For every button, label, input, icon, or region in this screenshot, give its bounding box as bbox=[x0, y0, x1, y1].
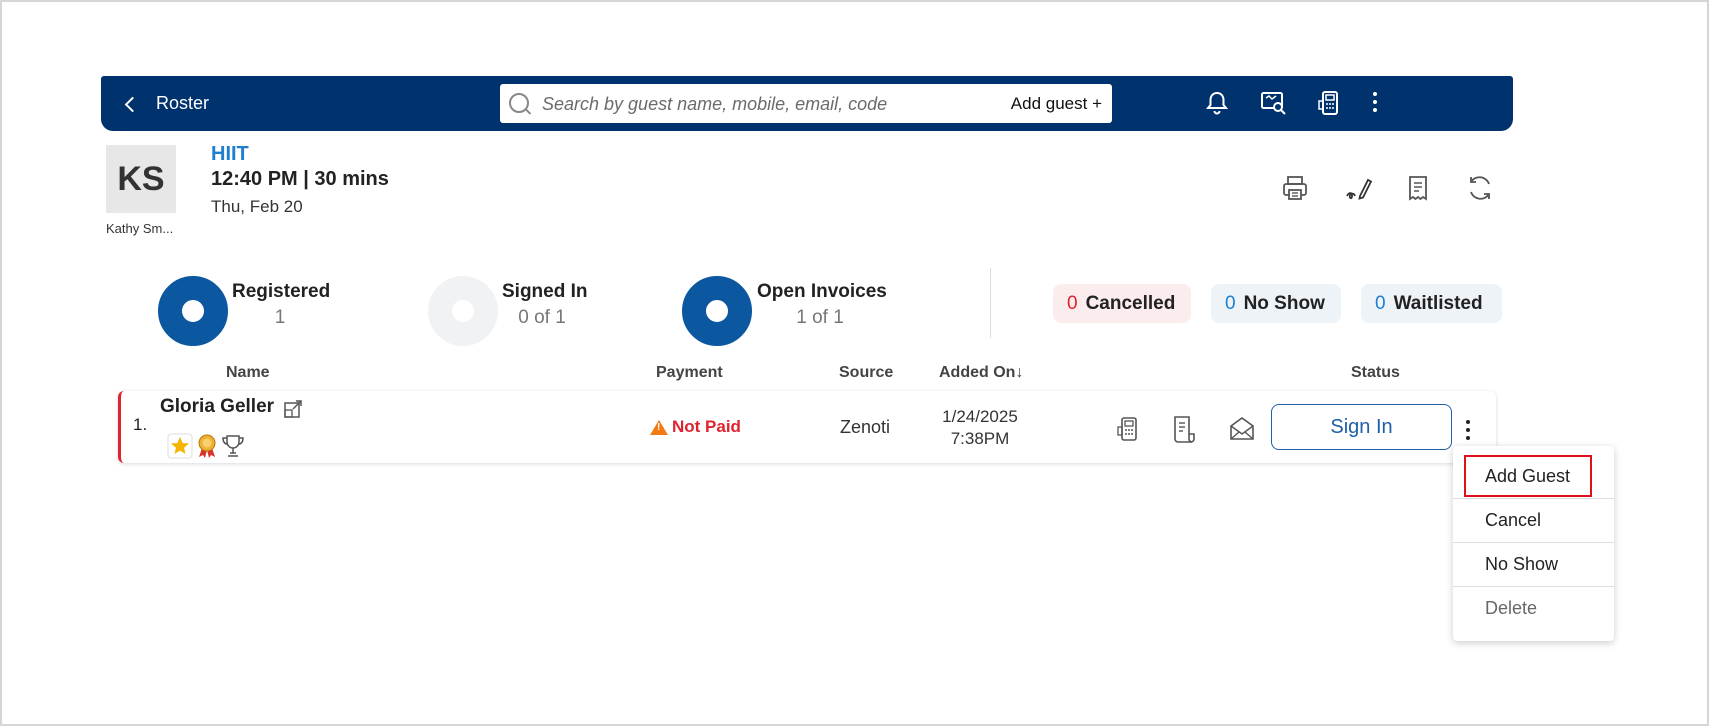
add-guest-link[interactable]: Add guest + bbox=[1011, 84, 1102, 123]
search-icon bbox=[509, 93, 529, 113]
more-vertical-icon[interactable] bbox=[1365, 92, 1385, 112]
no-show-label: No Show bbox=[1243, 292, 1325, 314]
invoice-icon[interactable] bbox=[1170, 414, 1198, 444]
column-header-status: Status bbox=[1351, 364, 1400, 381]
refresh-icon[interactable] bbox=[1464, 172, 1496, 204]
sign-in-button[interactable]: Sign In bbox=[1271, 404, 1452, 450]
menu-item-delete[interactable]: Delete bbox=[1453, 586, 1614, 630]
row-actions-menu: Add Guest Cancel No Show Delete bbox=[1453, 446, 1614, 641]
trophy-icon bbox=[222, 435, 244, 457]
no-show-filter[interactable]: 0 No Show bbox=[1211, 284, 1341, 323]
waitlisted-count: 0 bbox=[1375, 292, 1386, 314]
class-date: Thu, Feb 20 bbox=[211, 197, 303, 216]
signed-in-donut-chart bbox=[428, 276, 498, 346]
added-on-label: Added On bbox=[939, 364, 1016, 381]
card-terminal-icon[interactable] bbox=[1114, 414, 1142, 444]
added-date: 1/24/2025 bbox=[942, 407, 1018, 426]
sort-down-arrow-icon: ↓ bbox=[1015, 364, 1024, 381]
highlight-box bbox=[1464, 455, 1592, 497]
menu-item-cancel[interactable]: Cancel bbox=[1453, 498, 1614, 542]
chevron-left-icon bbox=[124, 96, 141, 112]
guest-search-box: Add guest + bbox=[500, 84, 1112, 123]
payment-status-text: Not Paid bbox=[672, 417, 741, 436]
column-header-name: Name bbox=[226, 364, 270, 381]
cancelled-count: 0 bbox=[1067, 292, 1078, 314]
card-terminal-icon[interactable] bbox=[1315, 88, 1345, 118]
registered-value: 1 bbox=[274, 307, 286, 328]
back-to-roster-button[interactable]: Roster bbox=[124, 76, 210, 131]
open-invoices-value: 1 of 1 bbox=[796, 307, 844, 328]
added-time: 7:38PM bbox=[950, 429, 1010, 448]
award-ribbon-icon bbox=[198, 434, 216, 458]
payment-status: Not Paid bbox=[650, 417, 741, 437]
registered-donut-chart bbox=[158, 276, 228, 346]
class-time: 12:40 PM | 30 mins bbox=[211, 168, 389, 190]
source-value: Zenoti bbox=[840, 417, 891, 437]
waitlisted-filter[interactable]: 0 Waitlisted bbox=[1361, 284, 1502, 323]
signed-in-value: 0 of 1 bbox=[518, 307, 566, 328]
signed-in-label: Signed In bbox=[502, 281, 588, 302]
waitlisted-label: Waitlisted bbox=[1393, 292, 1483, 314]
no-show-count: 0 bbox=[1225, 292, 1236, 314]
open-invoices-label: Open Invoices bbox=[757, 281, 887, 302]
class-title[interactable]: HIIT bbox=[211, 143, 249, 166]
warning-icon bbox=[650, 419, 668, 435]
stats-divider bbox=[990, 268, 991, 338]
back-label: Roster bbox=[156, 93, 210, 113]
cancelled-filter[interactable]: 0 Cancelled bbox=[1053, 284, 1191, 323]
row-index: 1. bbox=[133, 415, 148, 434]
screen-search-icon[interactable] bbox=[1258, 88, 1288, 118]
registered-label: Registered bbox=[232, 281, 331, 302]
top-navigation-bar: Roster Add guest + bbox=[101, 76, 1513, 131]
email-icon[interactable] bbox=[1228, 414, 1256, 444]
instructor-avatar: KS bbox=[106, 145, 176, 213]
instructor-name: Kathy Sm... bbox=[106, 221, 174, 236]
guest-search-input[interactable] bbox=[540, 90, 984, 118]
added-on-value: 1/24/2025 7:38PM bbox=[925, 406, 1035, 450]
signature-icon[interactable] bbox=[1343, 172, 1375, 204]
expand-profile-icon[interactable] bbox=[283, 399, 303, 419]
star-badge-icon bbox=[167, 433, 193, 459]
print-icon[interactable] bbox=[1279, 172, 1311, 204]
column-header-source: Source bbox=[839, 364, 894, 381]
column-header-payment: Payment bbox=[656, 364, 723, 381]
open-invoices-donut-chart bbox=[682, 276, 752, 346]
menu-item-no-show[interactable]: No Show bbox=[1453, 542, 1614, 586]
column-header-added-on[interactable]: Added On↓ bbox=[939, 364, 1023, 382]
cancelled-label: Cancelled bbox=[1085, 292, 1176, 314]
guest-name-link[interactable]: Gloria Geller bbox=[160, 396, 274, 418]
receipt-icon[interactable] bbox=[1402, 172, 1434, 204]
row-more-options-icon[interactable] bbox=[1458, 420, 1478, 440]
bell-icon[interactable] bbox=[1202, 88, 1232, 118]
